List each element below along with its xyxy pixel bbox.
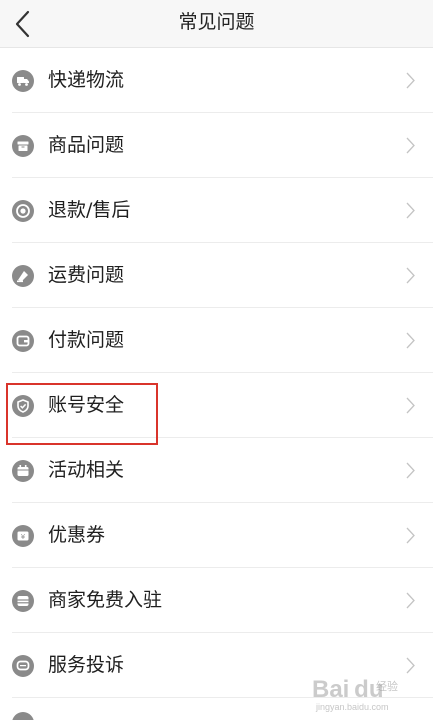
list-item-refund-after-sales[interactable]: 退款/售后 bbox=[0, 178, 433, 243]
svg-text:¥: ¥ bbox=[21, 533, 26, 541]
list-item-activities[interactable]: 活动相关 bbox=[0, 438, 433, 503]
chevron-right-icon bbox=[406, 72, 415, 89]
list-item-label: 付款问题 bbox=[48, 329, 125, 351]
chat-icon bbox=[12, 655, 34, 677]
store-icon bbox=[12, 590, 34, 612]
list-item-label: 服务投诉 bbox=[48, 654, 125, 676]
chevron-right-icon bbox=[406, 202, 415, 219]
list-item-label: 账号安全 bbox=[48, 394, 125, 416]
list-item-label: 快递物流 bbox=[48, 69, 125, 91]
top-navigation-bar: 常见问题 bbox=[0, 0, 433, 48]
chevron-right-icon bbox=[406, 527, 415, 544]
list-item-label: 商家免费入驻 bbox=[48, 589, 163, 611]
chevron-right-icon bbox=[406, 592, 415, 609]
coupon-icon: ¥ bbox=[12, 525, 34, 547]
faq-category-list: 快递物流 商品问题 退款/售后 运费问题 付款问题 账号安全 活动相关 ¥ 优惠… bbox=[0, 48, 433, 698]
truck-icon bbox=[12, 70, 34, 92]
list-item-label: 运费问题 bbox=[48, 264, 125, 286]
list-icon-partial bbox=[12, 712, 34, 720]
box-icon bbox=[12, 135, 34, 157]
page-title: 常见问题 bbox=[178, 11, 255, 33]
chevron-right-icon bbox=[406, 462, 415, 479]
chevron-right-icon bbox=[406, 267, 415, 284]
shield-icon bbox=[12, 395, 34, 417]
list-item-label: 活动相关 bbox=[48, 459, 125, 481]
list-item-express-logistics[interactable]: 快递物流 bbox=[0, 48, 433, 113]
shipping-fee-icon bbox=[12, 265, 34, 287]
list-item-payment-issues[interactable]: 付款问题 bbox=[0, 308, 433, 373]
list-item-shipping-fee[interactable]: 运费问题 bbox=[0, 243, 433, 308]
list-item-label: 退款/售后 bbox=[48, 199, 131, 221]
chevron-right-icon bbox=[406, 657, 415, 674]
list-item-coupons[interactable]: ¥ 优惠券 bbox=[0, 503, 433, 568]
chevron-right-icon bbox=[406, 332, 415, 349]
list-item-label: 优惠券 bbox=[48, 524, 106, 546]
list-item-service-complaints[interactable]: 服务投诉 bbox=[0, 633, 433, 698]
list-item-label: 商品问题 bbox=[48, 134, 125, 156]
wallet-icon bbox=[12, 330, 34, 352]
chevron-right-icon bbox=[406, 397, 415, 414]
calendar-icon bbox=[12, 460, 34, 482]
list-item-product-issues[interactable]: 商品问题 bbox=[0, 113, 433, 178]
refund-icon bbox=[12, 200, 34, 222]
list-item-partial[interactable] bbox=[0, 698, 433, 720]
list-item-merchant-free-entry[interactable]: 商家免费入驻 bbox=[0, 568, 433, 633]
chevron-right-icon bbox=[406, 137, 415, 154]
list-item-account-security[interactable]: 账号安全 bbox=[0, 373, 433, 438]
